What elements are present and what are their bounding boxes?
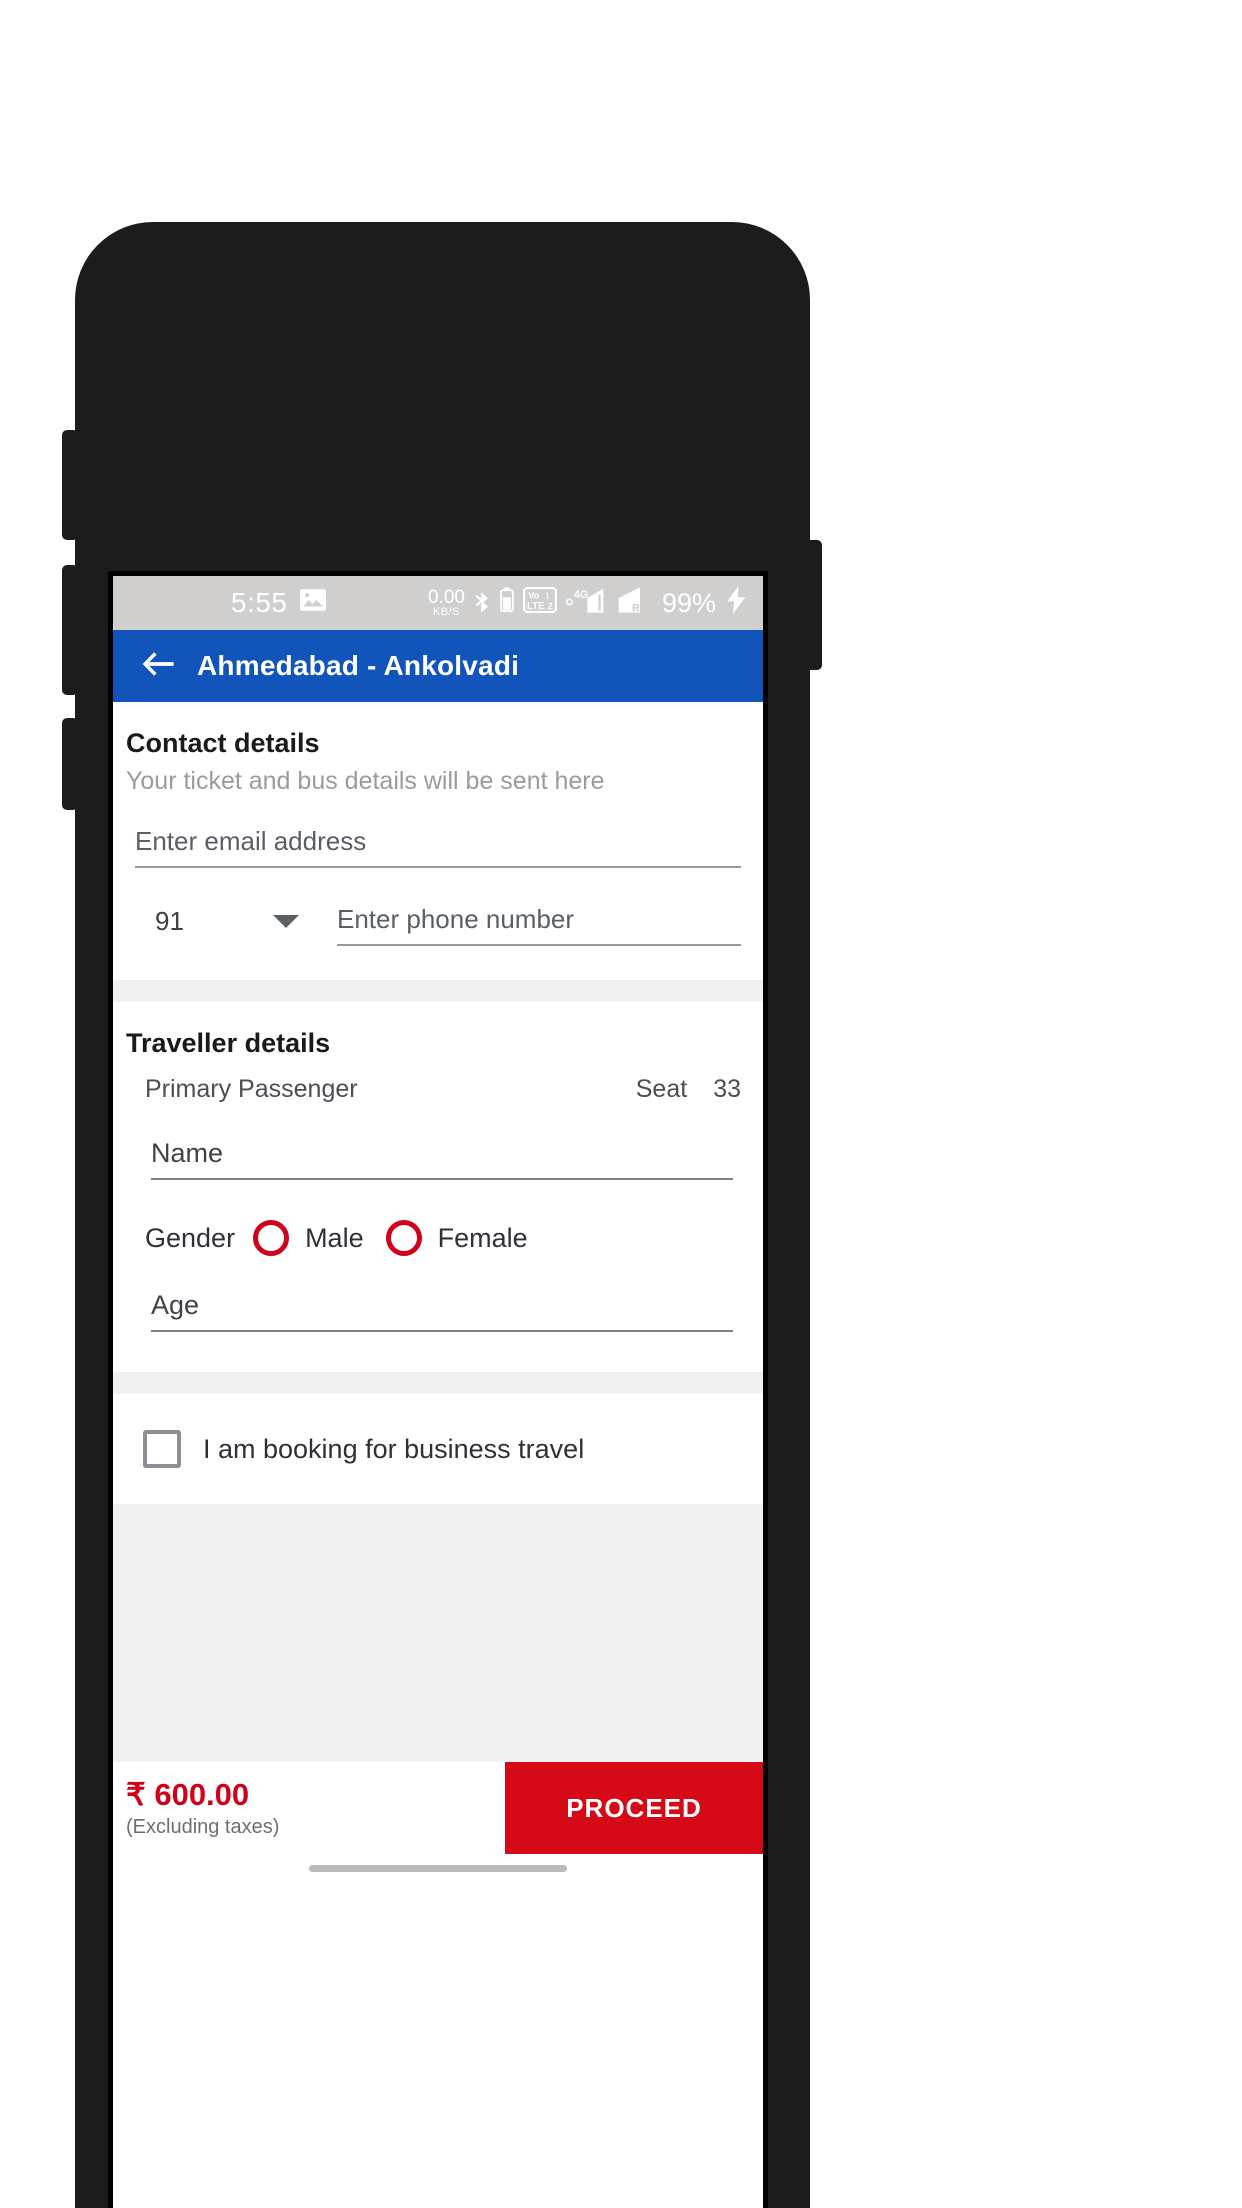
contact-details-card: Contact details Your ticket and bus deta… xyxy=(113,702,763,980)
bluetooth-icon xyxy=(474,586,491,621)
traveller-details-title: Traveller details xyxy=(126,1028,331,1058)
status-bar-left: 5:55 xyxy=(231,576,326,630)
passenger-row: Primary Passenger Seat 33 xyxy=(113,1059,763,1104)
email-placeholder: Enter email address xyxy=(135,826,367,856)
svg-text:R: R xyxy=(632,602,640,614)
network-rate-value: 0.00 xyxy=(427,587,465,608)
gender-radio-female[interactable] xyxy=(385,1220,422,1256)
gender-label-male[interactable]: Male xyxy=(305,1223,364,1254)
section-divider-2 xyxy=(113,1372,763,1394)
phone-screen: 5:55 0.00 KB/S Vo LTE 1 2 4G R 99% Ahmed… xyxy=(113,576,763,2208)
total-price: ₹ 600.00 xyxy=(126,1776,250,1812)
image-icon xyxy=(299,588,326,618)
home-indicator[interactable] xyxy=(309,1864,567,1872)
seat-info: Seat 33 xyxy=(636,1075,741,1104)
svg-text:4G: 4G xyxy=(574,589,588,601)
passenger-age-field[interactable]: Age xyxy=(151,1290,733,1332)
business-travel-label: I am booking for business travel xyxy=(203,1433,585,1464)
passenger-label: Primary Passenger xyxy=(145,1075,358,1103)
age-placeholder: Age xyxy=(151,1290,200,1320)
signal-bars-roaming-icon: R xyxy=(615,586,649,621)
phone-placeholder: Enter phone number xyxy=(337,904,575,934)
status-clock: 5:55 xyxy=(231,587,288,618)
passenger-name-field[interactable]: Name xyxy=(151,1138,733,1180)
status-bar-right: 0.00 KB/S Vo LTE 1 2 4G R 99% xyxy=(428,576,749,630)
contact-details-title: Contact details xyxy=(126,728,320,758)
screenshot-stage: 5:55 0.00 KB/S Vo LTE 1 2 4G R 99% Ahmed… xyxy=(0,0,1242,2208)
name-placeholder: Name xyxy=(151,1138,224,1168)
country-code-select[interactable]: 91 xyxy=(135,906,315,946)
battery-percentage: 99% xyxy=(661,587,716,618)
gender-radio-male[interactable] xyxy=(253,1220,290,1256)
phone-button-left-middle[interactable] xyxy=(62,565,78,695)
network-rate-unit: KB/S xyxy=(432,606,460,618)
svg-text:LTE: LTE xyxy=(527,601,545,612)
signal-bars-4g-icon: 4G xyxy=(565,586,606,621)
bottom-bar: ₹ 600.00 (Excluding taxes) PROCEED xyxy=(113,1762,763,1854)
phone-button-left-top[interactable] xyxy=(62,430,78,540)
empty-space xyxy=(113,1504,763,1762)
email-field[interactable]: Enter email address xyxy=(135,826,741,868)
section-divider-1 xyxy=(113,980,763,1002)
business-travel-card: I am booking for business travel xyxy=(113,1394,763,1504)
chevron-down-icon xyxy=(273,915,299,928)
traveller-details-card: Traveller details Primary Passenger Seat… xyxy=(113,1002,763,1372)
proceed-button[interactable]: PROCEED xyxy=(505,1762,763,1854)
svg-text:1: 1 xyxy=(545,591,549,600)
charging-bolt-icon xyxy=(725,585,749,621)
phone-row: 91 Enter phone number xyxy=(135,904,741,946)
phone-button-left-bottom[interactable] xyxy=(62,718,78,810)
svg-text:Vo: Vo xyxy=(528,590,539,600)
country-code-value: 91 xyxy=(155,906,184,936)
back-arrow-icon[interactable] xyxy=(141,651,175,682)
price-note: (Excluding taxes) xyxy=(126,1816,280,1839)
svg-text:2: 2 xyxy=(548,601,553,611)
price-column: ₹ 600.00 (Excluding taxes) xyxy=(113,1762,505,1854)
page-title: Ahmedabad - Ankolvadi xyxy=(197,650,520,681)
system-navigation-bar xyxy=(113,1854,763,1882)
business-travel-row[interactable]: I am booking for business travel xyxy=(113,1394,763,1504)
phone-button-right[interactable] xyxy=(806,540,822,670)
volte2-icon: Vo LTE 1 2 xyxy=(523,586,557,620)
gender-label: Gender xyxy=(145,1222,236,1253)
gender-label-female[interactable]: Female xyxy=(438,1223,528,1254)
network-rate-indicator: 0.00 KB/S xyxy=(428,588,465,618)
app-bar: Ahmedabad - Ankolvadi xyxy=(113,630,763,702)
phone-number-field[interactable]: Enter phone number xyxy=(337,904,741,946)
status-bar: 5:55 0.00 KB/S Vo LTE 1 2 4G R 99% xyxy=(113,576,763,630)
bluetooth-battery-icon xyxy=(500,586,514,620)
seat-label: Seat xyxy=(635,1075,688,1103)
business-travel-checkbox[interactable] xyxy=(143,1430,181,1468)
gender-row: Gender Male Female xyxy=(113,1180,763,1256)
contact-details-subtitle: Your ticket and bus details will be sent… xyxy=(126,767,605,795)
seat-number: 33 xyxy=(713,1075,741,1103)
